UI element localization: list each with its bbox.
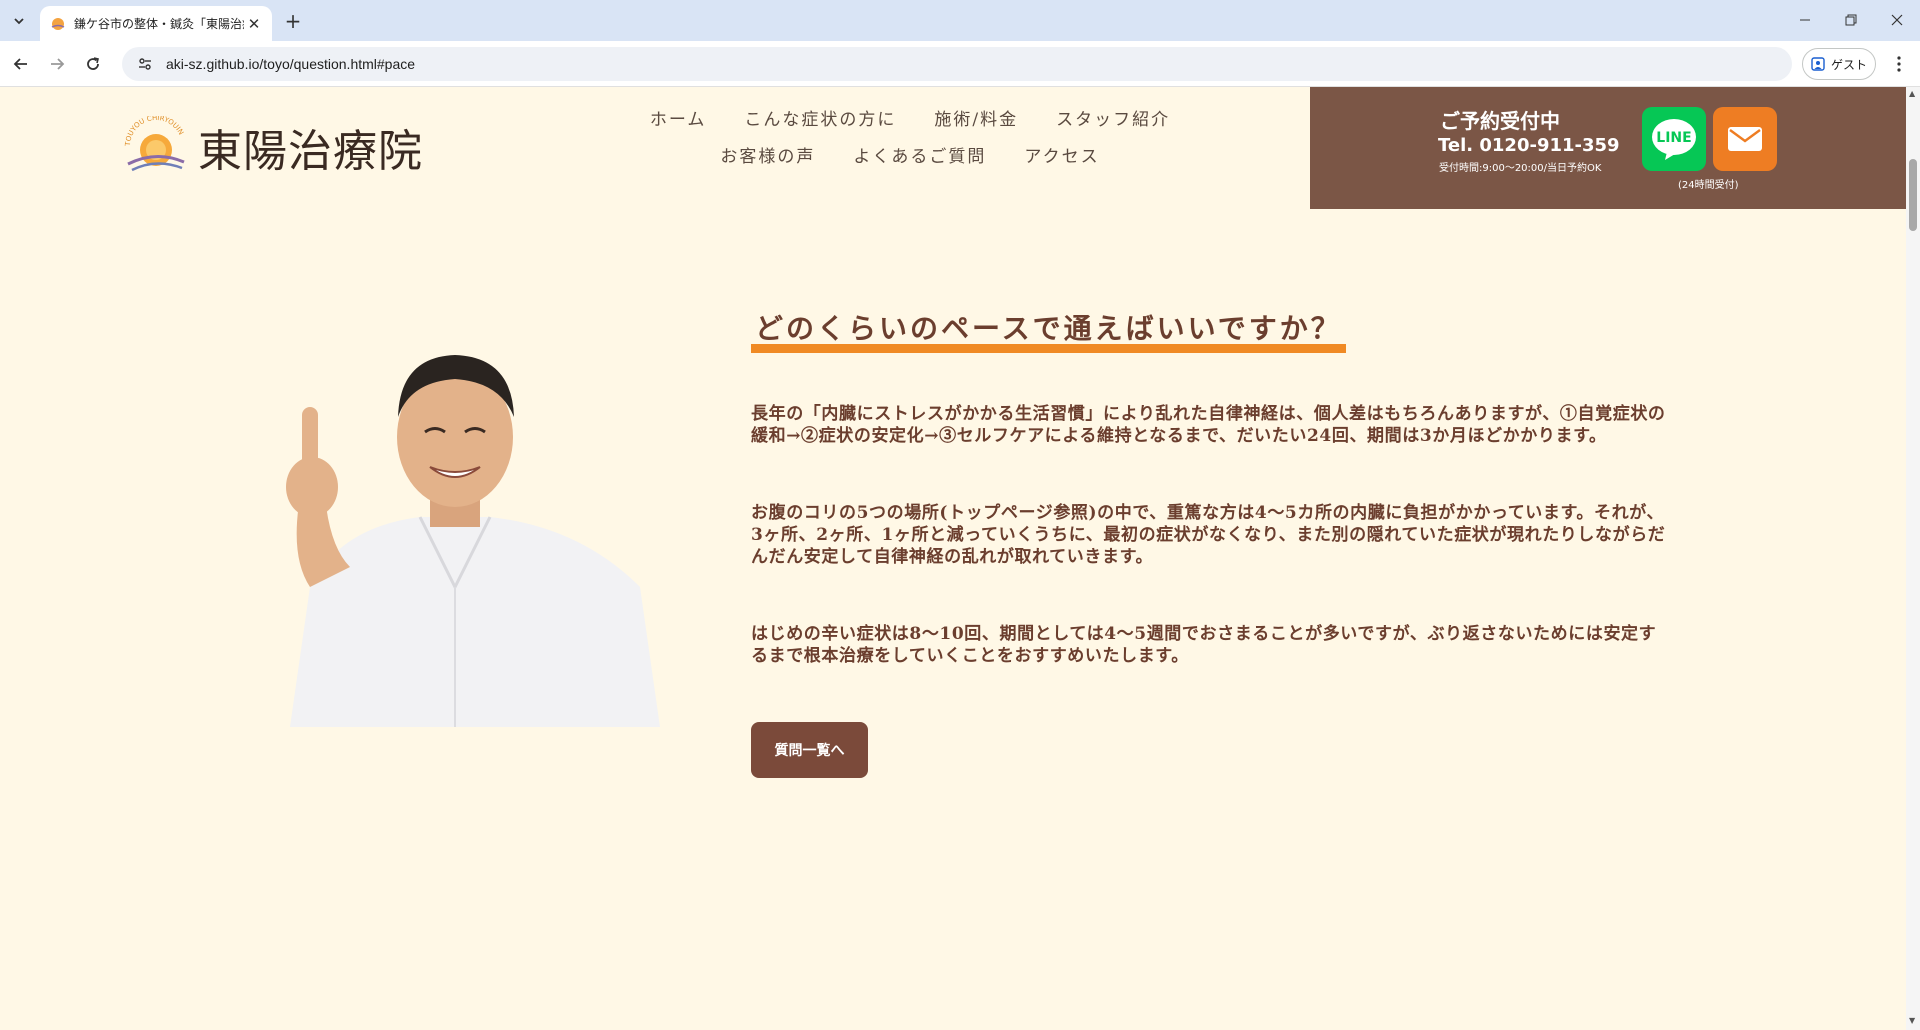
site-info-icon[interactable] (134, 53, 156, 75)
page-viewport: TOUYOU CHIRYOUIN 東陽治療院 ホーム こんな症状の方に 施術/料… (0, 87, 1906, 1030)
address-bar[interactable]: aki-sz.github.io/toyo/question.html#pace (122, 47, 1792, 81)
tab-search-button[interactable] (6, 8, 32, 34)
nav-symptoms[interactable]: こんな症状の方に (744, 105, 896, 130)
mail-button[interactable] (1713, 107, 1777, 171)
new-tab-button[interactable]: + (280, 8, 306, 34)
line-icon: LINE (1652, 119, 1696, 160)
back-to-faq-list-button[interactable]: 質問一覧へ (751, 722, 868, 778)
question-title: どのくらいのペースで通えばいいですか？ (751, 307, 1346, 353)
nav-home[interactable]: ホーム (650, 105, 707, 130)
answer-paragraph-2: お腹のコリの5つの場所(トップページ参照)の中で、重篤な方は4〜5カ所の内臓に負… (751, 503, 1666, 567)
browser-tab-active[interactable]: 鎌ケ谷市の整体・鍼灸「東陽治療院 ✕ (40, 6, 272, 41)
tab-title: 鎌ケ谷市の整体・鍼灸「東陽治療院 (74, 17, 244, 31)
global-nav: ホーム こんな症状の方に 施術/料金 スタッフ紹介 お客様の声 よくあるご質問 … (640, 105, 1180, 179)
site-favicon-icon (51, 17, 65, 30)
page-scrollbar[interactable]: ▲ ▼ (1906, 87, 1920, 1030)
line-label: LINE (1656, 130, 1691, 146)
scrollbar-thumb[interactable] (1909, 159, 1917, 231)
line-button[interactable]: LINE (1642, 107, 1706, 171)
browser-menu-button[interactable] (1884, 49, 1914, 79)
guest-label: ゲスト (1830, 57, 1867, 72)
back-button[interactable] (6, 49, 36, 79)
answer-paragraph-3: はじめの辛い症状は8〜10回、期間としては4〜5週間でおさまることが多いですが、… (751, 624, 1657, 666)
site-logo[interactable]: TOUYOU CHIRYOUIN 東陽治療院 (124, 116, 423, 177)
faq-answer-section: どのくらいのペースで通えばいいですか？ 長年の「内臓にストレスがかかる生活習慣」… (751, 307, 1671, 778)
chevron-down-icon (14, 18, 24, 25)
reservation-title: ご予約受付中 (1440, 109, 1560, 133)
logo-text: 東陽治療院 (198, 126, 423, 177)
more-vert-icon (1897, 56, 1901, 72)
browser-toolbar: aki-sz.github.io/toyo/question.html#pace… (0, 41, 1920, 87)
arrow-left-icon (13, 58, 27, 70)
url-text: aki-sz.github.io/toyo/question.html#pace (166, 56, 416, 72)
forward-button[interactable] (42, 49, 72, 79)
profile-icon (1811, 57, 1825, 71)
reservation-tel[interactable]: Tel. 0120-911-359 (1438, 135, 1620, 156)
restore-icon (1845, 14, 1857, 26)
profile-guest-button[interactable]: ゲスト (1802, 48, 1876, 80)
close-window-button[interactable] (1874, 0, 1920, 40)
restore-button[interactable] (1828, 0, 1874, 40)
nav-voices[interactable]: お客様の声 (720, 142, 815, 167)
reservation-box: ご予約受付中 Tel. 0120-911-359 受付時間:9:00〜20:00… (1310, 87, 1906, 209)
minimize-button[interactable] (1782, 0, 1828, 40)
mail-icon (1728, 127, 1762, 151)
reservation-hours: 受付時間:9:00〜20:00/当日予約OK (1439, 163, 1602, 174)
answer-paragraph-1: 長年の「内臓にストレスがかかる生活習慣」により乱れた自律神経は、個人差はもちろん… (751, 404, 1666, 446)
nav-access[interactable]: アクセス (1024, 142, 1099, 167)
reservation-24h-note: (24時間受付) (1678, 180, 1739, 191)
reload-icon (87, 57, 99, 70)
scroll-down-icon[interactable]: ▼ (1909, 1017, 1917, 1025)
nav-treatment-fee[interactable]: 施術/料金 (934, 105, 1018, 130)
reload-button[interactable] (78, 49, 108, 79)
arrow-right-icon (51, 58, 65, 70)
nav-staff[interactable]: スタッフ紹介 (1056, 105, 1170, 130)
tab-close-icon[interactable]: ✕ (244, 14, 264, 34)
browser-tab-strip: 鎌ケ谷市の整体・鍼灸「東陽治療院 ✕ + (0, 0, 1920, 41)
practitioner-photo (286, 355, 660, 727)
logo-sun-icon: TOUYOU CHIRYOUIN (124, 116, 185, 172)
close-icon (1891, 14, 1903, 26)
scroll-up-icon[interactable]: ▲ (1909, 90, 1917, 98)
nav-faq[interactable]: よくあるご質問 (853, 142, 986, 167)
minimize-icon (1800, 19, 1810, 21)
